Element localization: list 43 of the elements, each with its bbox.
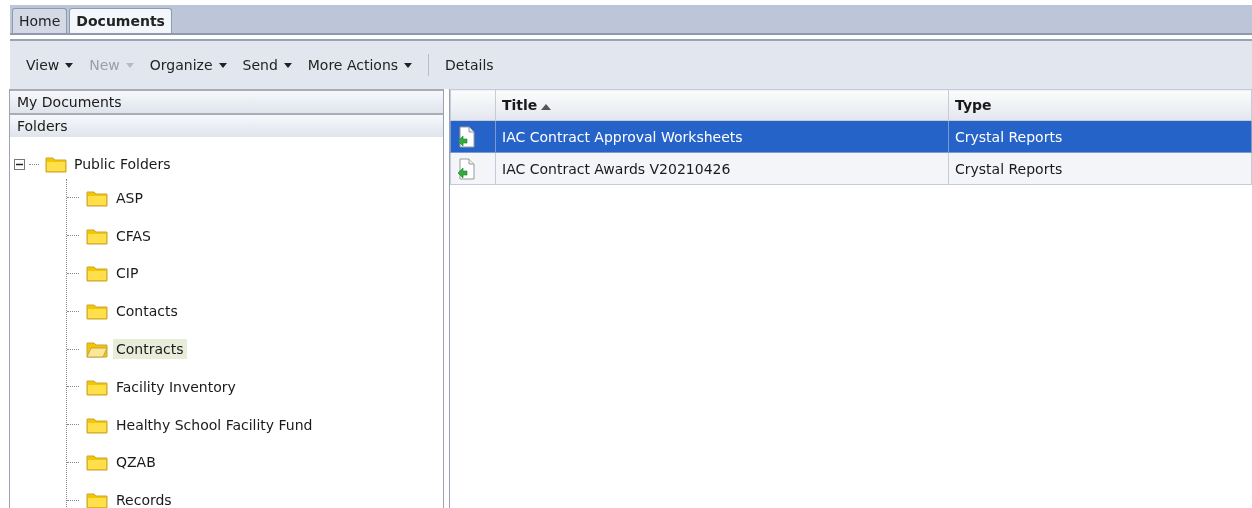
tree-item[interactable]: Public Folders	[71, 154, 174, 174]
menu-button[interactable]: Organize	[141, 57, 235, 73]
menu-button[interactable]: Send	[234, 57, 300, 73]
section-header[interactable]: Folders	[10, 113, 443, 137]
folder-icon	[86, 226, 108, 245]
caret-icon	[65, 62, 74, 68]
table-cell: Crystal Reports	[948, 120, 1252, 153]
caret-icon	[283, 62, 292, 68]
section-header[interactable]: My Documents	[10, 89, 443, 113]
open-folder-icon	[86, 340, 108, 359]
folder-icon	[86, 453, 108, 472]
folder-icon	[86, 264, 108, 283]
tree-item[interactable]: QZAB	[113, 452, 159, 473]
menu-button[interactable]: More Actions	[299, 57, 421, 73]
folder-icon	[86, 377, 108, 396]
caret-icon	[125, 62, 134, 68]
folder-icon	[86, 415, 108, 434]
folder-icon	[86, 188, 108, 207]
tree-item[interactable]: Contacts	[113, 301, 181, 322]
folder-icon	[45, 155, 67, 173]
column-header[interactable]: Title	[495, 89, 949, 121]
tree-item[interactable]: CFAS	[113, 225, 154, 246]
tab[interactable]: Documents	[69, 8, 172, 33]
tab[interactable]: Home	[12, 8, 68, 33]
tree-item[interactable]: Records	[113, 490, 175, 508]
folder-icon	[86, 491, 108, 508]
table-cell[interactable]: IAC Contract Approval Worksheets	[495, 120, 949, 153]
tree-item[interactable]: ASP	[113, 187, 146, 208]
tree-item[interactable]: Facility Inventory	[113, 376, 239, 397]
caret-icon	[218, 62, 227, 68]
column-header[interactable]: Type	[948, 89, 1252, 121]
toolbar-button[interactable]: Details	[437, 57, 502, 73]
menu-button[interactable]: View	[18, 57, 82, 73]
caret-icon	[404, 62, 413, 68]
tree-item[interactable]: Healthy School Facility Fund	[113, 414, 316, 435]
tree-item[interactable]: CIP	[113, 263, 142, 284]
table-cell[interactable]: IAC Contract Awards V20210426	[495, 152, 949, 185]
table-cell: Crystal Reports	[948, 152, 1252, 185]
report-icon	[457, 157, 475, 180]
tree-item[interactable]: Contracts	[113, 339, 187, 360]
report-icon	[457, 125, 475, 148]
collapse-icon[interactable]	[14, 158, 25, 170]
folder-icon	[86, 302, 108, 321]
